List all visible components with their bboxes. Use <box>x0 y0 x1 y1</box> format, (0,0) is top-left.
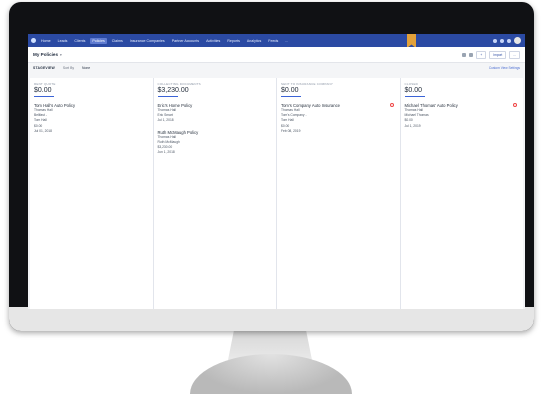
alert-icon[interactable] <box>389 103 394 107</box>
nav-partner-accounts[interactable]: Partner Accounts <box>170 39 201 43</box>
sort-select[interactable]: None <box>82 66 90 70</box>
nav-leads[interactable]: Leads <box>56 39 70 43</box>
avatar[interactable] <box>514 37 521 44</box>
stage-title: RENT QUOTE <box>34 82 56 86</box>
search-icon[interactable] <box>493 38 497 43</box>
nav-clients[interactable]: Clients <box>72 39 87 43</box>
card-line: Jul 01, 2018 <box>34 128 52 133</box>
stage-column: RENT QUOTE $0.00 Tom Hall's Auto Policy … <box>30 78 153 309</box>
app-logo-icon[interactable] <box>31 38 36 43</box>
top-navigation-bar: Home Leads Clients Policies Claims Insur… <box>28 34 525 47</box>
stage-amount: $0.00 <box>281 87 299 94</box>
import-button[interactable]: Import <box>489 51 507 59</box>
page-title: My Policies <box>33 52 59 57</box>
stage-column: COLLECTING DOCUMENTS $3,230.00 Eric's Ho… <box>153 78 276 309</box>
stageview-tab[interactable]: STAGEVIEW <box>33 66 55 70</box>
policy-card[interactable]: Tom Hall's Auto Policy Thomas Hall Bellf… <box>34 103 149 134</box>
notifications-icon[interactable] <box>500 38 504 43</box>
card-line: Jul 1, 2019 <box>404 123 421 128</box>
stage-title: CLOSED <box>404 82 419 86</box>
stage-board: RENT QUOTE $0.00 Tom Hall's Auto Policy … <box>30 78 523 309</box>
stage-title: SENT TO INSURANCE COMPANY <box>281 82 334 86</box>
stage-amount: $0.00 <box>404 87 423 94</box>
monitor-stand-base <box>190 354 352 394</box>
nav-analytics[interactable]: Analytics <box>245 39 263 43</box>
page-header-actions: + Import ... <box>462 51 520 59</box>
view-toggle-icon[interactable] <box>469 53 474 57</box>
stage-column: CLOSED $0.00 Michael Thomas' Auto Policy… <box>400 78 523 309</box>
add-button[interactable]: + <box>476 51 487 59</box>
stage-amount: $3,230.00 <box>157 87 189 94</box>
custom-view-settings-link[interactable]: Custom View Settings <box>489 66 520 70</box>
app-screen: Home Leads Clients Policies Claims Insur… <box>28 34 525 309</box>
stage-divider <box>157 96 178 97</box>
nav-feeds[interactable]: Feeds <box>266 39 280 43</box>
nav-reports[interactable]: Reports <box>225 39 242 43</box>
stage-column: SENT TO INSURANCE COMPANY $0.00 Tom's Co… <box>277 78 400 309</box>
card-line: Feb 08, 2019 <box>281 128 301 133</box>
chevron-down-icon[interactable]: ▾ <box>60 53 62 57</box>
nav-more[interactable]: ... <box>283 39 290 43</box>
filter-icon[interactable] <box>462 53 467 57</box>
alert-icon[interactable] <box>513 103 517 107</box>
policy-card[interactable]: Tom's Company Auto Insurance Thomas Hall… <box>281 103 396 134</box>
nav-activities[interactable]: Activities <box>204 39 222 43</box>
stage-amount: $0.00 <box>34 87 52 94</box>
page-header: My Policies ▾ + Import ... <box>28 47 525 63</box>
policy-card[interactable]: Ruth McMaugh Policy Thomas Hall Ruth McM… <box>158 130 273 156</box>
nav-policies[interactable]: Policies <box>90 37 107 44</box>
view-toolbar: STAGEVIEW Sort By None Custom View Setti… <box>28 63 525 73</box>
policy-card[interactable]: Eric's Home Policy Thomas Hall Eric Smar… <box>158 103 273 124</box>
stage-title: COLLECTING DOCUMENTS <box>157 82 201 86</box>
card-line: Jun 1, 2018 <box>157 150 175 155</box>
more-button[interactable]: ... <box>509 51 520 59</box>
nav-home[interactable]: Home <box>39 39 53 43</box>
settings-icon[interactable] <box>507 38 511 43</box>
sort-label: Sort By <box>62 66 75 70</box>
nav-insurance-companies[interactable]: Insurance Companies <box>128 39 167 43</box>
topbar-actions <box>493 37 521 44</box>
policy-card[interactable]: Michael Thomas' Auto Policy Thomas Hall … <box>405 103 520 129</box>
card-line: Jul 1, 2018 <box>157 118 174 123</box>
stage-divider <box>34 96 54 97</box>
stage-divider <box>404 96 425 97</box>
nav-claims[interactable]: Claims <box>110 39 125 43</box>
stage-divider <box>281 96 301 97</box>
